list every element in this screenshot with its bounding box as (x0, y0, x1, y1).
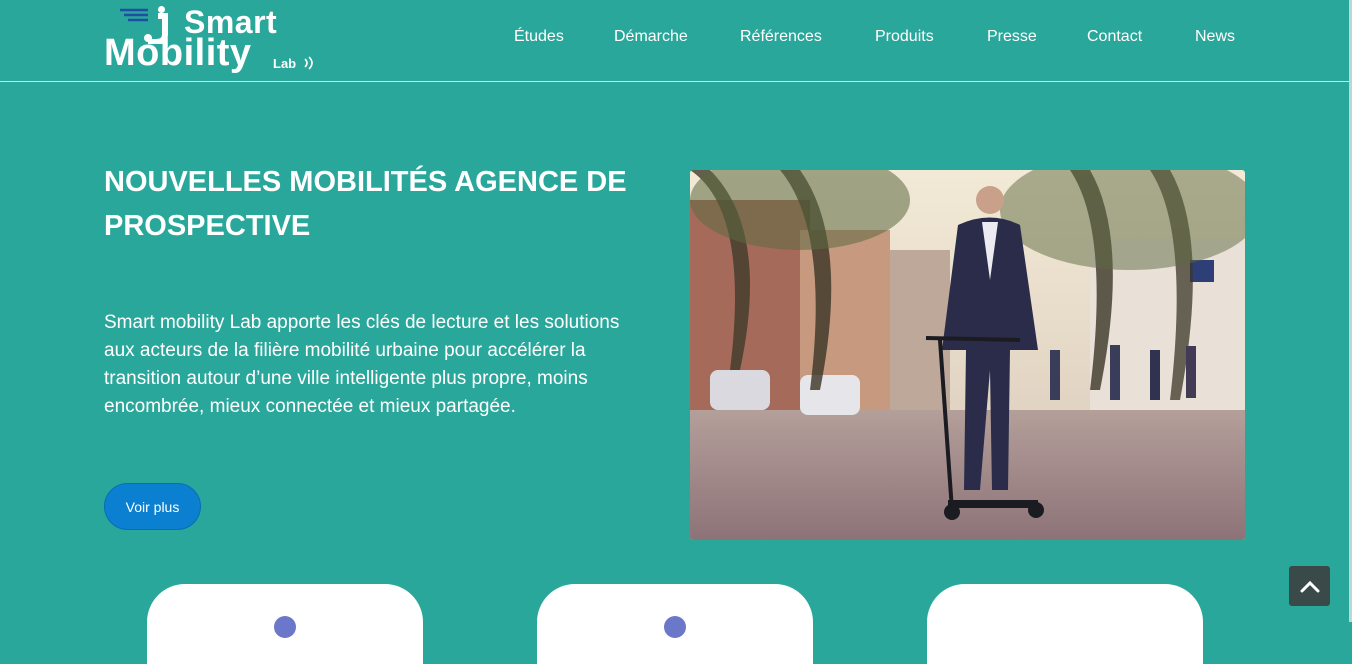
chevron-up-icon (1300, 580, 1319, 593)
nav-item-references[interactable]: Références (740, 28, 822, 46)
logo-word-lab: Lab (273, 56, 297, 71)
feature-card-1[interactable] (147, 584, 423, 664)
main-nav: Études Démarche Références Produits Pres… (0, 28, 1349, 50)
hero-description: Smart mobility Lab apporte les clés de l… (104, 312, 620, 417)
nav-item-produits[interactable]: Produits (875, 28, 934, 46)
nav-item-contact[interactable]: Contact (1087, 28, 1142, 46)
signal-waves-icon (304, 56, 313, 70)
nav-item-presse[interactable]: Presse (987, 28, 1037, 46)
feature-card-3[interactable] (927, 584, 1203, 664)
scroll-to-top-button[interactable] (1289, 566, 1330, 606)
nav-item-etudes[interactable]: Études (514, 28, 564, 46)
nav-item-demarche[interactable]: Démarche (614, 28, 688, 46)
circle-icon (274, 616, 296, 638)
voir-plus-button[interactable]: Voir plus (104, 483, 201, 530)
feature-card-2[interactable] (537, 584, 813, 664)
nav-item-news[interactable]: News (1195, 28, 1235, 46)
hero-scooter-photo (690, 170, 1245, 540)
site-header: Smart Mobility Lab Études Démarche Référ… (0, 0, 1349, 82)
hero-title: NOUVELLES MOBILITÉS AGENCE DE PROSPECTIV… (104, 166, 627, 242)
circle-icon (664, 616, 686, 638)
